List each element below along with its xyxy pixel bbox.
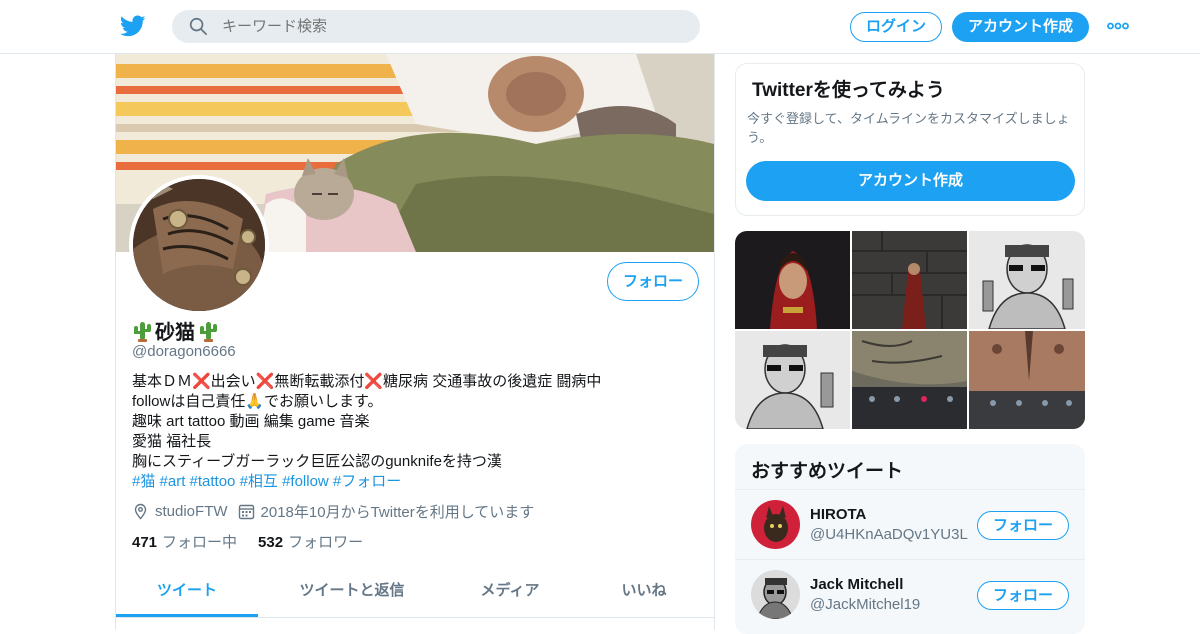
recommended-user[interactable]: HIROTA @U4HKnAaDQv1YU3L フォロー (735, 489, 1085, 558)
location-pin-icon (134, 503, 147, 520)
recommended-user-avatar[interactable] (751, 500, 800, 549)
follow-counts: 471 フォロー中 532 フォロワー (132, 531, 384, 552)
tab-tweets[interactable]: ツイート (116, 566, 258, 617)
followers-label: フォロワー (288, 534, 364, 551)
bio-line: 愛猫 福社長 (132, 433, 212, 450)
bio-line: 趣味 art tattoo 動画 編集 game 音楽 (132, 413, 370, 430)
profile-tabs: ツイート ツイートと返信 メディア いいね (116, 566, 714, 618)
recommended-follow-button[interactable]: フォロー (977, 581, 1069, 610)
top-bar: ログイン アカウント作成 (0, 0, 1200, 54)
recommended-user-name[interactable]: HIROTA (810, 506, 866, 523)
profile-bio: 基本ＤＭ❌出会い❌無断転載添付❌糖尿病 交通事故の後遺症 闘病中 followは… (132, 372, 702, 492)
media-thumbnail[interactable] (969, 331, 1085, 429)
bio-line: 基本ＤＭ❌出会い❌無断転載添付❌糖尿病 交通事故の後遺症 闘病中 (132, 373, 602, 390)
follow-button[interactable]: フォロー (607, 262, 699, 301)
following-count: 471 (132, 534, 158, 551)
more-options-icon[interactable] (1107, 19, 1129, 33)
media-grid (735, 231, 1085, 429)
twitter-bird-icon[interactable] (119, 13, 147, 39)
profile-handle: @doragon6666 (132, 343, 236, 360)
recommended-user[interactable]: Jack Mitchell @JackMitchel19 フォロー (735, 559, 1085, 628)
signup-card: Twitterを使ってみよう 今すぐ登録して、タイムラインをカスタマイズしましょ… (735, 63, 1085, 216)
media-thumbnail[interactable] (852, 231, 967, 329)
search-box[interactable] (172, 10, 700, 43)
profile-meta: studioFTW 2018年10月からTwitterを利用しています (132, 501, 544, 522)
calendar-icon (238, 504, 254, 520)
following-count-link[interactable]: 471 フォロー中 (132, 531, 237, 552)
search-icon (189, 17, 207, 35)
login-button[interactable]: ログイン (850, 12, 942, 42)
location-text: studioFTW (155, 503, 228, 520)
tab-likes[interactable]: いいね (574, 566, 714, 617)
profile-name: 砂猫 (131, 316, 219, 345)
location-item: studioFTW (132, 503, 228, 520)
bio-line: followは自己責任🙏でお願いします。 (132, 393, 383, 410)
recommended-tweets: おすすめツイート HIROTA @U4HKnAaDQv1YU3L フォロー Ja… (735, 444, 1085, 634)
recommended-user-handle: @JackMitchel19 (810, 596, 921, 613)
followers-count: 532 (258, 534, 284, 551)
profile-column: フォロー 砂猫 @doragon6666 基本ＤＭ❌出会い❌無断転載添付❌糖尿病… (115, 54, 715, 630)
profile-avatar[interactable] (129, 175, 269, 315)
followers-count-link[interactable]: 532 フォロワー (258, 531, 363, 552)
media-thumbnail[interactable] (735, 231, 850, 329)
signup-card-title: Twitterを使ってみよう (752, 80, 945, 101)
cactus-icon (134, 321, 151, 342)
profile-name-text: 砂猫 (155, 322, 195, 344)
tab-media[interactable]: メディア (446, 566, 574, 617)
recommended-title: おすすめツイート (751, 461, 904, 482)
media-thumbnail[interactable] (735, 331, 850, 429)
bio-hashtags[interactable]: #猫 #art #tattoo #相互 #follow #フォロー (132, 472, 702, 492)
search-input[interactable] (222, 10, 682, 43)
joined-text: 2018年10月からTwitterを利用しています (260, 504, 535, 521)
signup-card-button[interactable]: アカウント作成 (746, 161, 1075, 201)
joined-item: 2018年10月からTwitterを利用しています (238, 501, 535, 522)
recommended-follow-button[interactable]: フォロー (977, 511, 1069, 540)
following-label: フォロー中 (162, 534, 238, 551)
signup-card-text: 今すぐ登録して、タイムラインをカスタマイズしましょう。 (747, 111, 1070, 145)
tab-tweets-and-replies[interactable]: ツイートと返信 (258, 566, 446, 617)
recommended-user-handle: @U4HKnAaDQv1YU3L (810, 526, 968, 543)
cactus-icon (200, 321, 217, 342)
media-thumbnail[interactable] (852, 331, 967, 429)
recommended-user-avatar[interactable] (751, 570, 800, 619)
recommended-user-name[interactable]: Jack Mitchell (810, 576, 903, 593)
media-thumbnail[interactable] (969, 231, 1085, 329)
signup-button[interactable]: アカウント作成 (952, 12, 1089, 42)
bio-line: 胸にスティーブガーラック巨匠公認のgunknifeを持つ漢 (132, 453, 502, 470)
